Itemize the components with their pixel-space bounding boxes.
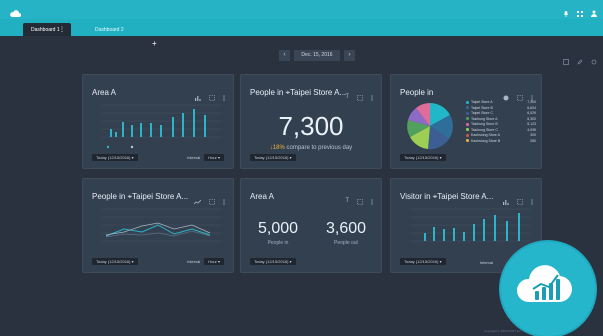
copyright-text: Copyright © 2016 IOWT Inc. ... bbox=[483, 329, 525, 333]
